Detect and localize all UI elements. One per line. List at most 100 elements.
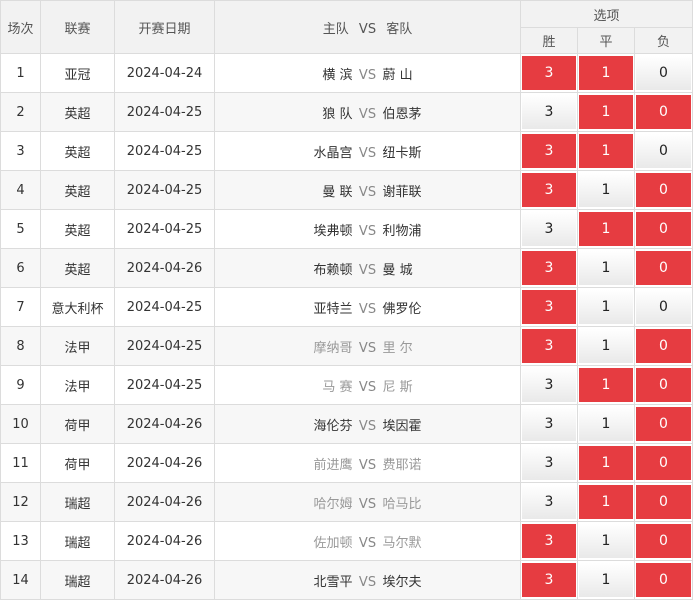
vs-label: VS: [358, 418, 377, 434]
option-draw-cell[interactable]: 1: [577, 521, 635, 561]
option-draw[interactable]: 1: [579, 95, 633, 129]
option-win[interactable]: 3: [522, 134, 576, 168]
option-lose[interactable]: 0: [636, 134, 692, 168]
option-win[interactable]: 3: [522, 251, 576, 285]
option-lose[interactable]: 0: [636, 563, 692, 597]
option-win-cell[interactable]: 3: [520, 365, 578, 405]
option-draw-cell[interactable]: 1: [577, 92, 635, 132]
option-win-cell[interactable]: 3: [520, 521, 578, 561]
option-lose-cell[interactable]: 0: [633, 92, 694, 132]
option-win[interactable]: 3: [522, 329, 576, 363]
option-win[interactable]: 3: [522, 95, 576, 129]
option-draw-cell[interactable]: 1: [577, 53, 635, 93]
option-lose-cell[interactable]: 0: [633, 482, 694, 522]
option-lose-cell[interactable]: 0: [633, 131, 694, 171]
option-win[interactable]: 3: [522, 407, 576, 441]
option-win-cell[interactable]: 3: [520, 248, 578, 288]
option-win[interactable]: 3: [522, 563, 576, 597]
option-lose[interactable]: 0: [636, 95, 692, 129]
option-lose[interactable]: 0: [636, 329, 692, 363]
option-draw[interactable]: 1: [579, 134, 633, 168]
option-lose[interactable]: 0: [636, 173, 692, 207]
option-lose[interactable]: 0: [636, 524, 692, 558]
option-win-cell[interactable]: 3: [520, 404, 578, 444]
row-date: 2024-04-26: [114, 482, 215, 522]
row-date: 2024-04-25: [114, 209, 215, 249]
table-row: 7 意大利杯 2024-04-25 亚特兰 VS 佛罗伦 3 1 0: [0, 287, 694, 327]
option-win[interactable]: 3: [522, 56, 576, 90]
option-draw-cell[interactable]: 1: [577, 287, 635, 327]
option-draw-cell[interactable]: 1: [577, 209, 635, 249]
option-win[interactable]: 3: [522, 485, 576, 519]
option-win[interactable]: 3: [522, 290, 576, 324]
option-draw[interactable]: 1: [579, 173, 633, 207]
option-lose-cell[interactable]: 0: [633, 365, 694, 405]
vs-label: VS: [358, 574, 377, 590]
option-draw-cell[interactable]: 1: [577, 131, 635, 171]
option-win[interactable]: 3: [522, 212, 576, 246]
option-win-cell[interactable]: 3: [520, 170, 578, 210]
option-win-cell[interactable]: 3: [520, 560, 578, 600]
home-team: 狼 队: [322, 106, 353, 122]
option-draw[interactable]: 1: [579, 251, 633, 285]
option-draw[interactable]: 1: [579, 563, 633, 597]
vs-label: VS: [358, 262, 377, 278]
option-lose-cell[interactable]: 0: [633, 248, 694, 288]
option-lose-cell[interactable]: 0: [633, 404, 694, 444]
option-win-cell[interactable]: 3: [520, 131, 578, 171]
option-win[interactable]: 3: [522, 524, 576, 558]
away-team: 曼 城: [382, 262, 413, 278]
option-lose-cell[interactable]: 0: [633, 521, 694, 561]
option-lose[interactable]: 0: [636, 446, 692, 480]
option-lose-cell[interactable]: 0: [633, 443, 694, 483]
option-win-cell[interactable]: 3: [520, 92, 578, 132]
option-draw-cell[interactable]: 1: [577, 248, 635, 288]
home-team: 曼 联: [322, 184, 353, 200]
option-draw-cell[interactable]: 1: [577, 404, 635, 444]
option-draw-cell[interactable]: 1: [577, 560, 635, 600]
option-win-cell[interactable]: 3: [520, 482, 578, 522]
option-lose[interactable]: 0: [636, 290, 692, 324]
option-lose-cell[interactable]: 0: [633, 209, 694, 249]
row-index: 1: [0, 53, 41, 93]
option-draw-cell[interactable]: 1: [577, 365, 635, 405]
option-draw[interactable]: 1: [579, 212, 633, 246]
row-index: 6: [0, 248, 41, 288]
option-lose-cell[interactable]: 0: [633, 287, 694, 327]
option-win[interactable]: 3: [522, 173, 576, 207]
option-lose[interactable]: 0: [636, 407, 692, 441]
vs-label: VS: [358, 535, 377, 551]
option-lose-cell[interactable]: 0: [633, 53, 694, 93]
option-draw-cell[interactable]: 1: [577, 326, 635, 366]
option-win-cell[interactable]: 3: [520, 53, 578, 93]
option-win[interactable]: 3: [522, 446, 576, 480]
option-draw[interactable]: 1: [579, 290, 633, 324]
option-lose-cell[interactable]: 0: [633, 560, 694, 600]
option-draw-cell[interactable]: 1: [577, 443, 635, 483]
option-lose[interactable]: 0: [636, 251, 692, 285]
option-draw-cell[interactable]: 1: [577, 482, 635, 522]
option-draw[interactable]: 1: [579, 329, 633, 363]
option-draw[interactable]: 1: [579, 485, 633, 519]
option-lose[interactable]: 0: [636, 56, 692, 90]
option-lose[interactable]: 0: [636, 212, 692, 246]
table-row: 13 瑞超 2024-04-26 佐加顿 VS 马尔默 3 1 0: [0, 521, 694, 561]
away-team: 蔚 山: [382, 67, 413, 83]
row-match: 前进鹰 VS 费耶诺: [214, 443, 521, 483]
option-draw[interactable]: 1: [579, 407, 633, 441]
option-draw[interactable]: 1: [579, 56, 633, 90]
option-draw-cell[interactable]: 1: [577, 170, 635, 210]
option-lose-cell[interactable]: 0: [633, 326, 694, 366]
option-draw[interactable]: 1: [579, 368, 633, 402]
option-win-cell[interactable]: 3: [520, 209, 578, 249]
option-win-cell[interactable]: 3: [520, 443, 578, 483]
option-win-cell[interactable]: 3: [520, 326, 578, 366]
option-lose[interactable]: 0: [636, 368, 692, 402]
row-date: 2024-04-25: [114, 92, 215, 132]
option-lose-cell[interactable]: 0: [633, 170, 694, 210]
option-win[interactable]: 3: [522, 368, 576, 402]
option-lose[interactable]: 0: [636, 485, 692, 519]
option-win-cell[interactable]: 3: [520, 287, 578, 327]
option-draw[interactable]: 1: [579, 446, 633, 480]
option-draw[interactable]: 1: [579, 524, 633, 558]
